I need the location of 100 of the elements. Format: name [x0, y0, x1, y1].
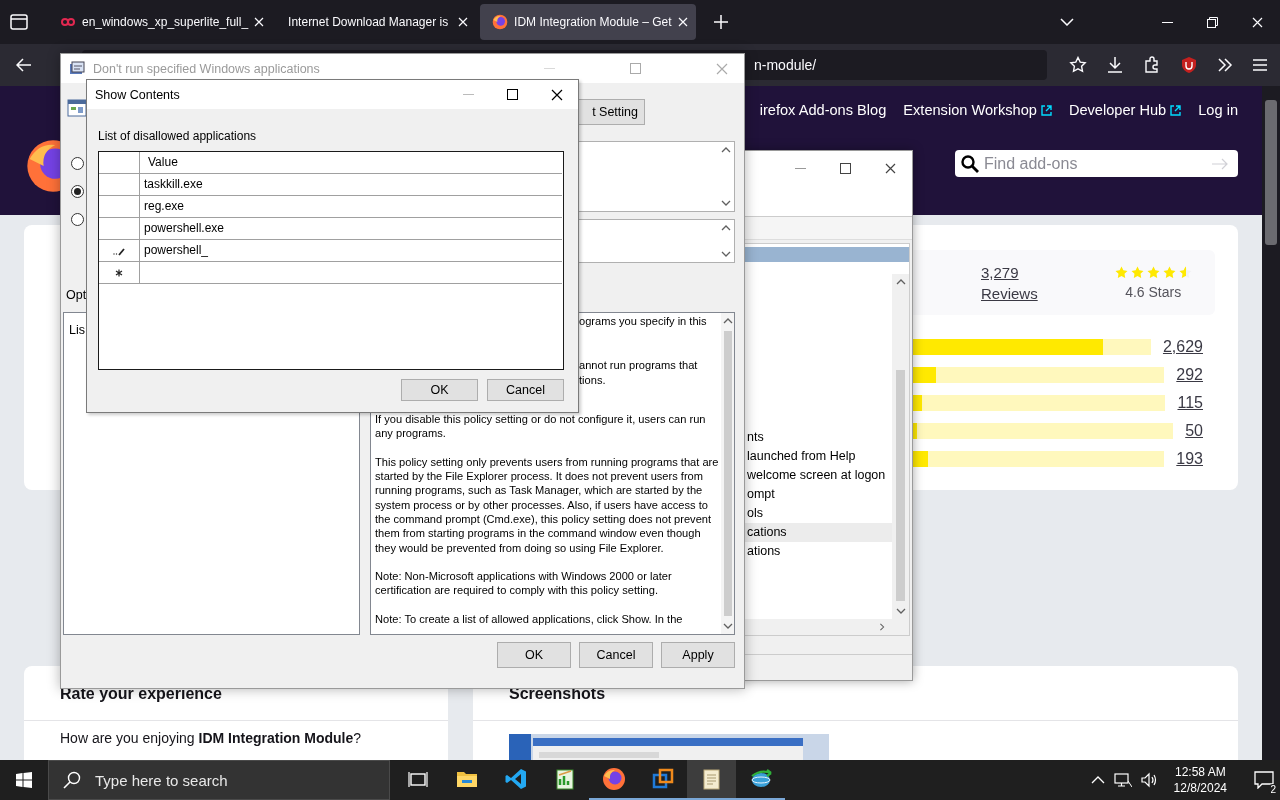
next-setting-button[interactable]: t Setting — [578, 99, 645, 125]
help-paragraph: Note: Non-Microsoft applications with Windows 2000 or later certification are required to comply with this policy setting. — [375, 569, 673, 598]
value-cell[interactable]: powershell_ — [140, 240, 562, 261]
setting-item[interactable]: welcome screen at logon — [744, 466, 892, 485]
help-paragraph: If you disable this policy setting or do not configure it, users can run any programs. — [375, 411, 707, 441]
value-cell[interactable]: powershell.exe — [140, 218, 562, 239]
external-link-icon — [1040, 104, 1052, 116]
radio-button[interactable] — [71, 213, 84, 226]
setting-item[interactable]: cations — [744, 523, 892, 542]
options-text: Lis — [69, 323, 85, 337]
asterisk-icon — [115, 268, 123, 277]
puzzle-icon[interactable] — [1143, 56, 1161, 74]
review-count-link[interactable]: 3,279 — [981, 263, 1038, 281]
scrollbar[interactable] — [892, 274, 909, 619]
taskbar-app[interactable] — [687, 760, 736, 800]
tab-close-button[interactable] — [677, 17, 688, 27]
comment-field[interactable] — [578, 141, 735, 212]
scroll-down-icon[interactable] — [895, 607, 906, 615]
restore-button[interactable] — [1207, 16, 1218, 28]
rating-count-link[interactable]: 292 — [1176, 366, 1203, 384]
double-chevron-icon[interactable] — [1217, 58, 1233, 72]
volume-icon[interactable] — [1140, 772, 1159, 788]
scrollbar-thumb[interactable] — [1265, 100, 1277, 245]
scrollbar[interactable] — [744, 619, 909, 635]
nav-link[interactable]: irefox Add-ons Blog — [759, 102, 887, 118]
setting-item[interactable]: ompt — [744, 485, 892, 504]
nav-link[interactable]: Developer Hub — [1068, 102, 1182, 118]
scroll-up-icon[interactable] — [721, 146, 731, 154]
scroll-up-icon[interactable] — [895, 278, 906, 286]
column-header[interactable]: Value — [140, 152, 562, 173]
chevron-up-icon[interactable] — [1090, 776, 1105, 784]
rating-prompt: How are you enjoying IDM Integration Module? — [59, 729, 363, 748]
maximize-button[interactable] — [840, 163, 851, 174]
scroll-up-icon[interactable] — [722, 317, 733, 325]
value-cell[interactable]: reg.exe — [140, 196, 562, 217]
setting-item[interactable]: ols — [744, 504, 892, 523]
reviews-link[interactable]: Reviews — [981, 284, 1038, 302]
window-title: Don't run specified Windows applications — [93, 61, 320, 76]
nav-link[interactable]: Extension Workshop — [903, 102, 1052, 118]
value-cell[interactable]: taskkill.exe — [140, 174, 562, 195]
window-title: Show Contents — [95, 87, 181, 102]
rating-count-link[interactable]: 2,629 — [1162, 338, 1203, 356]
shield-icon[interactable] — [1180, 56, 1198, 74]
dialog-button[interactable]: Cancel — [579, 642, 653, 668]
radio-button[interactable] — [71, 157, 84, 170]
network-icon[interactable] — [1113, 772, 1132, 788]
rating-count-link[interactable]: 50 — [1185, 422, 1203, 440]
help-paragraph: Note: To create a list of allowed applications, click Show. In the — [375, 612, 684, 627]
scrollbar-thumb[interactable] — [896, 370, 905, 601]
setting-item[interactable]: nts — [744, 428, 892, 447]
scroll-up-icon[interactable] — [721, 224, 731, 232]
scroll-down-icon[interactable] — [721, 250, 731, 258]
setting-item[interactable]: ations — [744, 542, 892, 561]
scroll-down-icon[interactable] — [722, 622, 733, 630]
dialog-button[interactable]: OK — [401, 379, 478, 401]
list-label: List of disallowed applications — [98, 129, 258, 143]
options-label: Opt — [65, 287, 87, 304]
search-field[interactable]: Find add-ons — [955, 150, 1238, 177]
maximize-button[interactable] — [507, 89, 518, 100]
browser-tab[interactable]: Internet Download Manager is — [276, 4, 477, 40]
start-button[interactable] — [16, 772, 32, 788]
taskbar-search-field[interactable]: Type here to search — [48, 760, 390, 800]
average-rating: 4.6 Stars — [1125, 283, 1182, 300]
rating-count-link[interactable]: 115 — [1177, 394, 1203, 412]
help-text: tions. — [579, 372, 607, 387]
tab-list-icon[interactable] — [10, 14, 28, 30]
close-button[interactable] — [551, 88, 563, 101]
task-view-icon[interactable] — [407, 771, 428, 789]
clock[interactable]: 12:58 AM 12/8/2024 — [1173, 764, 1227, 796]
scrollbar-thumb[interactable] — [723, 331, 732, 616]
nav-link[interactable]: Log in — [1198, 102, 1238, 118]
radio-button[interactable] — [71, 185, 84, 198]
tab-close-button[interactable] — [254, 17, 265, 27]
notification-count: 2 — [1268, 784, 1278, 795]
help-paragraph: This policy setting only prevents users from running programs that are started by the File Explorer process. It does not prevent users from running programs, such as Task Manager, which are started by the system process or by other processes. Also, if users have access to the command prompt (Cmd.exe), this policy setting does not prevent them from starting programs in the command window even though they would be prevented from doing so using File Explorer. — [375, 454, 720, 555]
close-button[interactable] — [885, 163, 896, 174]
help-text: ograms you specify in this — [579, 314, 708, 329]
tab-logo-icon — [492, 14, 509, 30]
app-logo-icon — [601, 767, 626, 791]
scrollbar[interactable] — [721, 313, 734, 634]
download-icon[interactable] — [1106, 56, 1124, 74]
dialog-button[interactable]: Cancel — [487, 379, 564, 401]
menu-icon[interactable] — [1252, 58, 1268, 72]
tab-close-button[interactable] — [458, 17, 469, 27]
back-icon[interactable] — [16, 58, 32, 72]
star-icon[interactable] — [1069, 56, 1087, 74]
scroll-right-icon[interactable] — [877, 623, 887, 631]
dialog-button[interactable]: Apply — [661, 642, 735, 668]
policy-window-icon — [69, 60, 85, 77]
setting-item[interactable]: launched from Help — [744, 447, 892, 466]
browser-tab[interactable]: IDM Integration Module – Get — [480, 4, 696, 40]
dialog-button[interactable]: OK — [497, 642, 571, 668]
browser-tab[interactable]: en_windows_xp_superlite_full_ — [48, 4, 273, 40]
chevron-down-icon[interactable] — [1060, 18, 1074, 26]
scroll-down-icon[interactable] — [721, 199, 731, 207]
search-icon — [63, 771, 81, 789]
external-link-icon — [1170, 104, 1182, 116]
new-tab-icon[interactable] — [713, 15, 728, 29]
search-icon — [960, 154, 980, 174]
rating-count-link[interactable]: 193 — [1176, 450, 1203, 468]
